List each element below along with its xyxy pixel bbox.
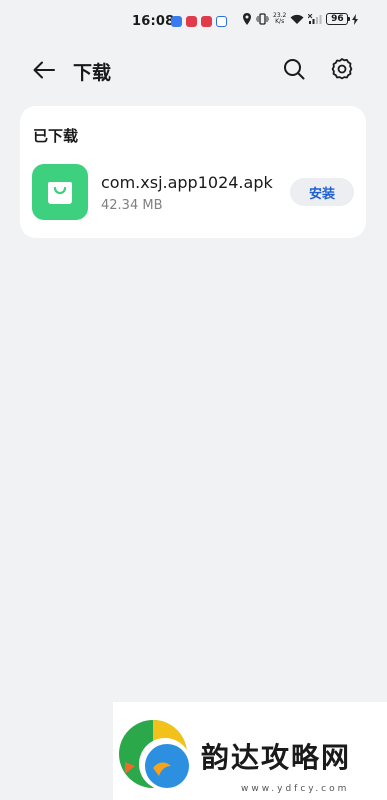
gear-icon [331,58,353,80]
network-speed-unit: K/s [275,18,285,25]
page-title: 下载 [73,62,112,84]
wifi-icon [290,14,304,24]
back-arrow-icon [33,61,55,79]
back-button[interactable] [30,56,58,84]
app-notification-icon [201,16,212,27]
search-icon [284,59,305,80]
file-name: com.xsj.app1024.apk [101,173,273,192]
watermark-url: www.ydfcy.com [241,784,350,794]
battery-level: 96 [331,14,344,24]
app-notification-icon [216,16,227,27]
watermark: 韵达攻略网 www.ydfcy.com [113,702,387,800]
app-icon [32,164,88,220]
notification-icons [171,16,227,27]
battery-indicator: 96 [326,13,351,25]
cellular-signal-icon [308,13,322,24]
watermark-text: 韵达攻略网 [201,741,352,774]
section-title-downloaded: 已下载 [33,127,79,145]
vibrate-icon [256,13,269,25]
downloads-card: 已下载 com.xsj.app1024.apk 42.34 MB 安装 [20,106,366,238]
app-notification-icon [186,16,197,27]
settings-button[interactable] [328,55,356,83]
title-bar: 下载 [0,50,387,90]
location-icon [243,13,251,25]
shopping-bag-icon [48,182,72,204]
charging-icon [352,13,359,25]
app-notification-icon [171,16,182,27]
file-size: 42.34 MB [101,198,163,213]
status-bar: 16:08 23.2 K/s 96 [0,0,387,44]
install-button[interactable]: 安装 [290,178,354,206]
system-icons: 23.2 K/s 96 [242,13,359,25]
watermark-logo [119,720,191,790]
search-button[interactable] [280,55,308,83]
download-item[interactable]: com.xsj.app1024.apk 42.34 MB 安装 [20,164,366,224]
status-time: 16:08 [132,14,175,29]
network-speed: 23.2 K/s [273,13,286,25]
